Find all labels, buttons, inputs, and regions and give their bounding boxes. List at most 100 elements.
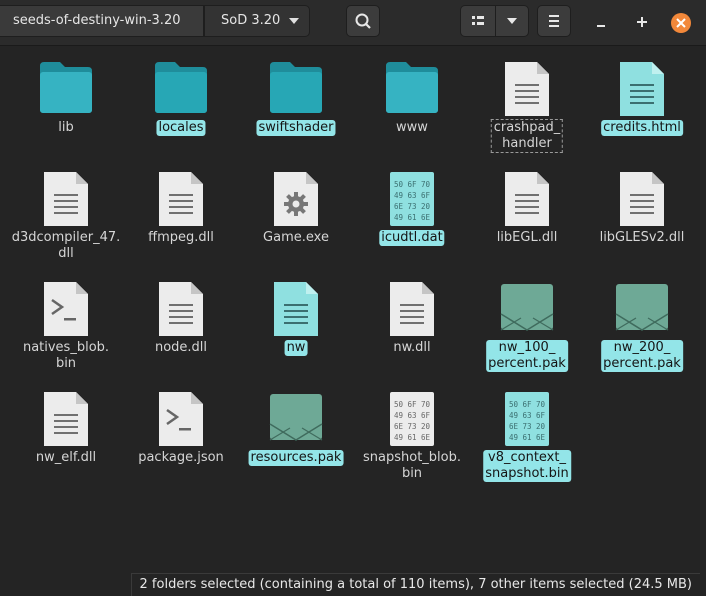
folder-icon: [153, 60, 209, 118]
file-item-game-exe[interactable]: Game.exe: [241, 170, 351, 278]
search-button[interactable]: [346, 5, 380, 37]
file-item-nw-elf-dll[interactable]: nw_elf.dll: [11, 390, 121, 498]
file-item-libegl-dll[interactable]: libEGL.dll: [472, 170, 582, 278]
file-name-label: nw: [284, 340, 308, 356]
text-icon: [618, 60, 666, 122]
file-name-label: locales: [156, 120, 206, 136]
file-name-label: natives_blob. bin: [22, 340, 110, 371]
file-grid: lib locales swiftshader www crashpad_ handler…: [0, 46, 706, 596]
file-item-nw-200-percent-pak[interactable]: nw_200_ percent.pak: [587, 280, 697, 388]
file-name-label: nw.dll: [393, 340, 431, 355]
binary-icon: 50 6F 70 49 63 6F 6E 73 20 49 61 6E: [388, 390, 436, 452]
file-item-package-json[interactable]: package.json: [126, 390, 236, 498]
chevron-down-icon: [507, 18, 517, 24]
svg-text:6E 73 20: 6E 73 20: [394, 422, 431, 431]
file-name-label: swiftshader: [256, 120, 336, 136]
file-item-locales[interactable]: locales: [126, 60, 236, 168]
script-icon: [157, 390, 205, 452]
file-item-icudtl-dat[interactable]: 50 6F 70 49 63 6F 6E 73 20 49 61 6E icudtl.d…: [357, 170, 467, 278]
text-icon: [618, 170, 666, 232]
list-view-icon: [472, 16, 484, 25]
path-segment-current[interactable]: SoD 3.20: [204, 5, 310, 37]
script-icon: [42, 280, 90, 342]
file-name-label: Game.exe: [263, 230, 329, 245]
svg-text:49 63 6F: 49 63 6F: [394, 411, 431, 420]
file-name-label: resources.pak: [248, 450, 344, 466]
menu-button[interactable]: [537, 5, 571, 37]
text-icon: [503, 170, 551, 232]
file-name-label: d3dcompiler_47. dll: [11, 230, 121, 261]
file-item-nw[interactable]: nw: [241, 280, 351, 388]
file-item-natives-blob-bin[interactable]: natives_blob. bin: [11, 280, 121, 388]
file-name-label: ffmpeg.dll: [148, 230, 214, 245]
file-name-label: nw_200_ percent.pak: [601, 340, 683, 372]
binary-icon: 50 6F 70 49 63 6F 6E 73 20 49 61 6E: [388, 170, 436, 232]
status-bar: 2 folders selected (containing a total o…: [130, 573, 700, 596]
path-segment-folder-label: seeds-of-destiny-win-3.20: [13, 13, 181, 28]
folder-icon: [268, 60, 324, 118]
text-icon: [157, 280, 205, 342]
file-item-credits-html[interactable]: credits.html: [587, 60, 697, 168]
file-item-d3dcompiler-47-dll[interactable]: d3dcompiler_47. dll: [11, 170, 121, 278]
svg-text:49 61 6E: 49 61 6E: [394, 433, 431, 442]
maximize-icon[interactable]: [632, 12, 652, 32]
header-bar: seeds-of-destiny-win-3.20 SoD 3.20: [0, 0, 706, 46]
path-segment-current-label: SoD 3.20: [221, 13, 281, 28]
file-item-crashpad-handler[interactable]: crashpad_ handler: [472, 60, 582, 168]
text-icon: [503, 60, 551, 122]
file-item-libglesv2-dll[interactable]: libGLESv2.dll: [587, 170, 697, 278]
file-item-snapshot-blob-bin[interactable]: 50 6F 70 49 63 6F 6E 73 20 49 61 6E snapshot…: [357, 390, 467, 498]
svg-text:50 6F 70: 50 6F 70: [394, 180, 431, 189]
svg-text:6E 73 20: 6E 73 20: [394, 202, 431, 211]
svg-text:6E 73 20: 6E 73 20: [509, 422, 546, 431]
svg-text:49 61 6E: 49 61 6E: [509, 433, 546, 442]
chevron-down-icon: [289, 18, 299, 24]
file-item-www[interactable]: www: [357, 60, 467, 168]
file-name-label: icudtl.dat: [379, 230, 445, 246]
close-icon[interactable]: [670, 12, 692, 34]
svg-text:50 6F 70: 50 6F 70: [394, 400, 431, 409]
file-item-resources-pak[interactable]: resources.pak: [241, 390, 351, 498]
text-icon: [42, 170, 90, 232]
search-icon: [355, 13, 371, 29]
file-name-label: libGLESv2.dll: [599, 230, 685, 245]
file-name-label: package.json: [138, 450, 224, 465]
file-item-node-dll[interactable]: node.dll: [126, 280, 236, 388]
file-item-nw-dll[interactable]: nw.dll: [357, 280, 467, 388]
text-icon: [42, 390, 90, 452]
file-item-v8-context-snapshot-bin[interactable]: 50 6F 70 49 63 6F 6E 73 20 49 61 6E v8_conte…: [472, 390, 582, 498]
view-options-button[interactable]: [495, 5, 529, 37]
file-item-nw-100-percent-pak[interactable]: nw_100_ percent.pak: [472, 280, 582, 388]
file-name-label: node.dll: [154, 340, 208, 355]
folder-icon: [38, 60, 94, 118]
file-name-label: www: [396, 120, 428, 135]
file-name-label: lib: [58, 120, 74, 135]
package-icon: [268, 390, 324, 448]
file-name-label: credits.html: [601, 120, 683, 136]
file-item-swiftshader[interactable]: swiftshader: [241, 60, 351, 168]
binary-icon: 50 6F 70 49 63 6F 6E 73 20 49 61 6E: [503, 390, 551, 452]
svg-text:49 61 6E: 49 61 6E: [394, 213, 431, 222]
folder-icon: [384, 60, 440, 118]
file-name-label: libEGL.dll: [496, 230, 558, 245]
text-icon: [157, 170, 205, 232]
view-toggle-button[interactable]: [460, 5, 496, 37]
file-name-label: snapshot_blob. bin: [363, 450, 461, 481]
package-icon: [614, 280, 670, 338]
file-name-label: nw_100_ percent.pak: [486, 340, 568, 372]
file-name-label: v8_context_ snapshot.bin: [483, 450, 571, 482]
file-item-ffmpeg-dll[interactable]: ffmpeg.dll: [126, 170, 236, 278]
path-segment-folder[interactable]: seeds-of-destiny-win-3.20: [0, 5, 204, 37]
minimize-icon[interactable]: [592, 12, 612, 32]
file-name-label: crashpad_ handler: [490, 119, 564, 153]
file-item-lib[interactable]: lib: [11, 60, 121, 168]
text-icon: [272, 280, 320, 342]
svg-text:50 6F 70: 50 6F 70: [509, 400, 546, 409]
text-icon: [388, 280, 436, 342]
file-name-label: nw_elf.dll: [35, 450, 97, 465]
package-icon: [499, 280, 555, 338]
svg-text:49 63 6F: 49 63 6F: [509, 411, 546, 420]
exec-icon: [272, 170, 320, 232]
hamburger-menu-icon: [549, 15, 559, 27]
svg-text:49 63 6F: 49 63 6F: [394, 191, 431, 200]
